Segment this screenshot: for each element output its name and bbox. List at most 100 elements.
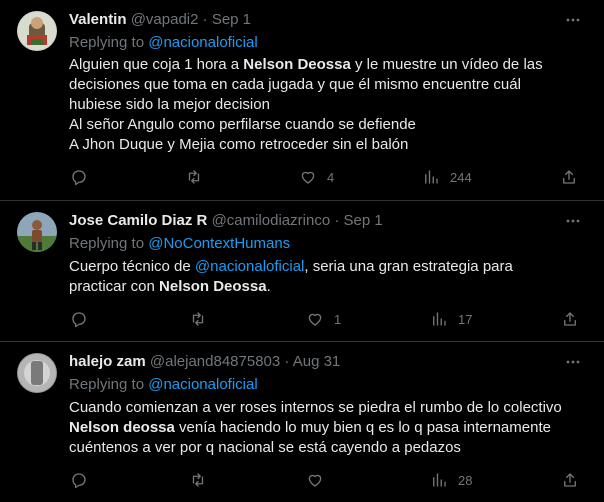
- display-name[interactable]: Valentin: [69, 11, 127, 28]
- avatar-image: [17, 353, 57, 393]
- display-name[interactable]: halejo zam: [69, 353, 146, 370]
- view-count: 17: [458, 311, 473, 327]
- retweet-button[interactable]: [189, 470, 207, 490]
- display-name[interactable]: Jose Camilo Diaz R: [69, 212, 207, 229]
- tweet-text-line: A Jhon Duque y Mejia como retroceder sin…: [69, 135, 569, 155]
- tweet-text-line: Alguien que coja 1 hora a Nelson Deossa …: [69, 55, 569, 75]
- replying-to: Replying to @nacionaloficial: [69, 375, 258, 395]
- text-segment: cuéntenos a ver por q nacional se está c…: [69, 439, 461, 456]
- ellipsis-icon: [566, 219, 580, 223]
- user-handle[interactable]: @camilodiazrinco: [212, 212, 331, 229]
- tweet[interactable]: halejo zam @alejand84875803 · Aug 31 Rep…: [0, 342, 604, 502]
- heart-icon: [308, 474, 322, 487]
- reply-mention-link[interactable]: @NoContextHumans: [148, 235, 290, 252]
- tweet-text-line: practicar con Nelson Deossa.: [69, 277, 569, 297]
- ellipsis-icon: [566, 18, 580, 22]
- views-button[interactable]: 28: [430, 470, 472, 490]
- heart-icon: [308, 313, 322, 326]
- text-segment: decisiones que toma en cada jugada y que…: [69, 76, 521, 93]
- bold-text: Nelson Deossa: [243, 56, 351, 73]
- heart-icon: [301, 171, 315, 184]
- like-button[interactable]: 4: [299, 167, 334, 187]
- text-segment: Cuando comienzan a ver roses internos se…: [69, 399, 562, 416]
- user-handle[interactable]: @vapadi2: [131, 11, 199, 28]
- speech-bubble-icon: [72, 170, 86, 186]
- separator: ·: [284, 353, 290, 370]
- like-count: 4: [327, 169, 335, 185]
- mention-link[interactable]: @nacionaloficial: [195, 258, 304, 275]
- views-button[interactable]: 17: [430, 309, 472, 329]
- tweet-header: Valentin @vapadi2 · Sep 1: [69, 10, 251, 30]
- tweet-text-line: decisiones que toma en cada jugada y que…: [69, 75, 569, 95]
- view-count: 244: [450, 169, 472, 185]
- more-options-button[interactable]: [565, 12, 581, 28]
- retweet-icon: [192, 473, 204, 487]
- replying-to-label: Replying to: [69, 376, 145, 393]
- reply-button[interactable]: [70, 470, 88, 490]
- tweet-text-line: cuéntenos a ver por q nacional se está c…: [69, 438, 569, 458]
- like-button[interactable]: 1: [306, 309, 341, 329]
- reply-mention-link[interactable]: @nacionaloficial: [148, 34, 257, 51]
- reply-mention-link[interactable]: @nacionaloficial: [148, 376, 257, 393]
- bar-chart-icon: [433, 312, 446, 326]
- tweet-text-line: Cuerpo técnico de @nacionaloficial, seri…: [69, 257, 569, 277]
- bar-chart-icon: [425, 170, 438, 184]
- share-button[interactable]: [560, 167, 578, 187]
- user-handle[interactable]: @alejand84875803: [150, 353, 280, 370]
- bold-text: Nelson Deossa: [159, 278, 267, 295]
- replying-to-label: Replying to: [69, 34, 145, 51]
- more-options-button[interactable]: [565, 354, 581, 370]
- retweet-button[interactable]: [189, 309, 207, 329]
- ellipsis-icon: [566, 360, 580, 364]
- separator: ·: [202, 11, 208, 28]
- avatar[interactable]: [17, 212, 57, 252]
- avatar-image: [17, 212, 57, 252]
- avatar[interactable]: [17, 353, 57, 393]
- speech-bubble-icon: [72, 473, 86, 489]
- like-count: 1: [334, 311, 342, 327]
- text-segment: Cuerpo técnico de: [69, 258, 195, 275]
- speech-bubble-icon: [72, 312, 86, 328]
- avatar[interactable]: [17, 11, 57, 51]
- action-bar: 28: [0, 470, 604, 490]
- tweet-text: Alguien que coja 1 hora a Nelson Deossa …: [69, 55, 569, 155]
- text-segment: y le muestre un vídeo de las: [350, 56, 543, 73]
- tweet-header: halejo zam @alejand84875803 · Aug 31: [69, 352, 340, 372]
- reply-button[interactable]: [70, 167, 88, 187]
- tweet-text-line: hubiese sido la mejor decision: [69, 95, 569, 115]
- share-button[interactable]: [561, 470, 579, 490]
- replying-to: Replying to @NoContextHumans: [69, 234, 290, 254]
- tweet-text: Cuerpo técnico de @nacionaloficial, seri…: [69, 257, 569, 297]
- retweet-button[interactable]: [185, 167, 203, 187]
- action-bar: 1 17: [0, 309, 604, 329]
- text-segment: hubiese sido la mejor decision: [69, 96, 270, 113]
- action-bar: 4 244: [0, 167, 604, 187]
- share-button[interactable]: [561, 309, 579, 329]
- separator: ·: [334, 212, 340, 229]
- tweet[interactable]: Jose Camilo Diaz R @camilodiazrinco · Se…: [0, 201, 604, 341]
- view-count: 28: [458, 472, 473, 488]
- tweet-text-line: Al señor Angulo como perfilarse cuando s…: [69, 115, 569, 135]
- tweet-date[interactable]: Sep 1: [212, 11, 251, 28]
- avatar-image: [17, 11, 57, 51]
- tweet-header: Jose Camilo Diaz R @camilodiazrinco · Se…: [69, 211, 383, 231]
- text-segment: .: [266, 278, 271, 295]
- replying-to-label: Replying to: [69, 235, 145, 252]
- tweet-date[interactable]: Sep 1: [344, 212, 383, 229]
- views-button[interactable]: 244: [422, 167, 472, 187]
- text-segment: Alguien que coja 1 hora a: [69, 56, 244, 73]
- replying-to: Replying to @nacionaloficial: [69, 33, 258, 53]
- tweet-text: Cuando comienzan a ver roses internos se…: [69, 398, 569, 458]
- share-upload-icon: [564, 312, 576, 326]
- retweet-icon: [188, 170, 200, 184]
- text-segment: venía haciendo lo muy bien q es lo q pas…: [174, 419, 551, 436]
- tweet-text-line: Cuando comienzan a ver roses internos se…: [69, 398, 569, 418]
- share-upload-icon: [563, 170, 575, 184]
- tweet[interactable]: Valentin @vapadi2 · Sep 1 Replying to @n…: [0, 0, 604, 200]
- tweet-text-line: Nelson deossa venía haciendo lo muy bien…: [69, 418, 569, 438]
- reply-button[interactable]: [70, 309, 88, 329]
- tweet-date[interactable]: Aug 31: [293, 353, 341, 370]
- like-button[interactable]: [306, 470, 334, 490]
- share-upload-icon: [564, 473, 576, 487]
- more-options-button[interactable]: [565, 213, 581, 229]
